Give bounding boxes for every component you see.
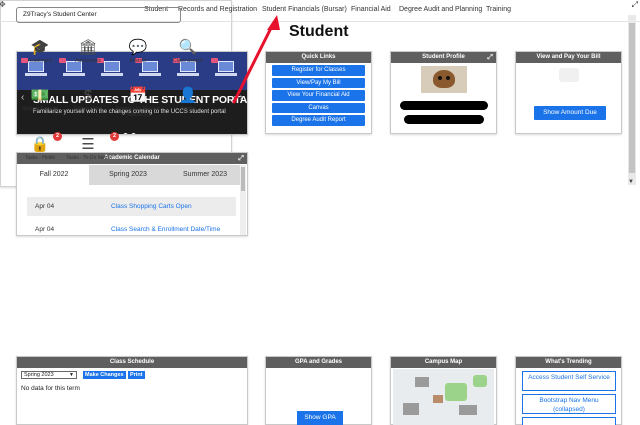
tab-summer-2023[interactable]: Summer 2023 — [167, 165, 243, 185]
calendar-event-link[interactable]: Class Search & Enrollment Date/Time — [111, 220, 220, 239]
view-pay-bill-card: View and Pay Your Bill Show Amount Due — [515, 51, 622, 134]
tile-tasks-todo[interactable]: ☰ Tasks - To-Do Items — [63, 135, 113, 161]
move-icon[interactable]: ✥ — [0, 0, 6, 9]
list-icon: ☰ — [81, 136, 95, 153]
student-profile-header: Student Profile — [422, 54, 465, 60]
calendar-event-link[interactable]: Class Shopping Carts Open — [111, 197, 192, 216]
redacted-id — [404, 115, 484, 124]
quick-links-card: Quick Links Register for Classes View/Pa… — [265, 51, 372, 134]
student-center-scrollbar[interactable]: ▼ — [628, 15, 636, 185]
redacted-name — [400, 101, 488, 110]
tile-student-account[interactable]: 💵 Student Account — [15, 86, 65, 112]
todo-count-badge: 2 — [110, 132, 119, 141]
make-changes-button[interactable]: Make Changes — [83, 371, 126, 379]
campus-map-card: Campus Map — [390, 356, 497, 425]
graduation-cap-icon: 🎓 — [30, 39, 50, 56]
academic-calendar-card: Academic Calendar ⤢ Fall 2022 Spring 202… — [16, 152, 248, 236]
campus-map-image[interactable] — [393, 369, 494, 425]
computer-icon — [211, 58, 237, 82]
carousel-next-icon[interactable]: › — [240, 92, 243, 103]
expand-icon[interactable]: ⤢ — [632, 0, 638, 10]
holds-count-badge: 2 — [53, 132, 62, 141]
page-title: Student — [289, 23, 349, 40]
carousel-dot-1[interactable] — [123, 133, 128, 134]
nav-training[interactable]: Training — [486, 6, 511, 13]
tile-admissions[interactable]: 🏛 Admissions — [63, 38, 113, 64]
scroll-down-icon[interactable]: ▼ — [628, 179, 634, 185]
term-tabs: Fall 2022 Spring 2023 Summer 2023 — [19, 165, 243, 185]
empty-message: No data for this term — [21, 385, 80, 392]
trending-header: What's Trending — [516, 357, 621, 368]
tile-profile[interactable]: 👤 Profile — [163, 86, 213, 112]
tab-spring-2023[interactable]: Spring 2023 — [89, 165, 167, 185]
campus-map-header: Campus Map — [391, 357, 496, 368]
trending-link-nav-menu[interactable]: Bootstrap Nav Menu (collapsed) — [522, 394, 616, 414]
chat-bubbles-icon: 💬 — [128, 39, 148, 56]
calendar-date: Apr 04 — [35, 226, 55, 233]
dollar-icon: $ — [83, 87, 93, 104]
institution-icon: 🏛 — [78, 39, 98, 56]
magnifier-icon: 🔍 — [178, 39, 198, 56]
carousel-indicators — [123, 125, 139, 134]
tile-advisor[interactable]: 💬 Advisor — [113, 38, 163, 64]
calendar-scrollbar[interactable] — [240, 165, 246, 235]
quick-links-header: Quick Links — [266, 52, 371, 63]
carousel-dot-2[interactable] — [131, 133, 136, 134]
calendar-date: Apr 04 — [35, 203, 55, 210]
gpa-header: GPA and Grades — [266, 357, 371, 368]
expand-icon[interactable]: ⤢ — [238, 153, 244, 164]
chevron-down-icon: ▼ — [69, 372, 74, 378]
term-select[interactable]: Spring 2023 ▼ — [21, 371, 77, 379]
register-for-classes-button[interactable]: Register for Classes — [272, 65, 365, 76]
student-profile-card: Student Profile ⤢ — [390, 51, 497, 134]
tile-class-search[interactable]: 🔍 Class Search — [163, 38, 213, 64]
whats-trending-card: What's Trending Access Student Self Serv… — [515, 356, 622, 425]
degree-audit-button[interactable]: Degree Audit Report — [272, 115, 365, 126]
trending-link-more[interactable] — [522, 417, 616, 425]
nav-degree-audit[interactable]: Degree Audit and Planning — [399, 6, 482, 13]
class-schedule-card: Class Schedule Spring 2023 ▼ Make Change… — [16, 356, 248, 425]
view-pay-bill-button[interactable]: View/Pay My Bill — [272, 77, 365, 88]
tab-fall-2022[interactable]: Fall 2022 — [19, 165, 89, 185]
print-button[interactable]: Print — [128, 371, 145, 379]
class-schedule-header: Class Schedule — [17, 357, 247, 368]
nav-financial-aid[interactable]: Financial Aid — [351, 6, 391, 13]
nav-records-registration[interactable]: Records and Registration — [178, 6, 257, 13]
calendar-row: Apr 04 Class Search & Enrollment Date/Ti… — [27, 220, 236, 239]
canvas-button[interactable]: Canvas — [272, 102, 365, 113]
trending-link-self-service[interactable]: Access Student Self Service — [522, 371, 616, 391]
tile-financial-aid[interactable]: $ Financial Aid — [63, 86, 113, 112]
tile-academics[interactable]: 🎓 Academics — [15, 38, 65, 64]
nav-student-financials[interactable]: Student Financials (Bursar) — [262, 6, 347, 13]
tile-register-classes[interactable]: 📅 Register for Classes (add/drop) — [113, 86, 163, 118]
person-icon: 👤 — [178, 87, 198, 104]
calendar-check-icon: 📅 — [128, 87, 148, 104]
view-financial-aid-button[interactable]: View Your Financial Aid — [272, 90, 365, 101]
expand-icon[interactable]: ⤢ — [487, 52, 493, 63]
calendar-row: Apr 04 Class Shopping Carts Open — [27, 197, 236, 216]
show-gpa-button[interactable]: Show GPA — [297, 411, 343, 425]
bill-icon — [559, 68, 579, 82]
profile-photo — [421, 66, 467, 93]
gpa-grades-card: GPA and Grades Show GPA — [265, 356, 372, 425]
money-icon: 💵 — [30, 87, 50, 104]
student-center-title: Z9Tracy's Student Center — [16, 7, 181, 23]
bill-header: View and Pay Your Bill — [516, 52, 621, 63]
show-amount-due-button[interactable]: Show Amount Due — [534, 106, 606, 120]
